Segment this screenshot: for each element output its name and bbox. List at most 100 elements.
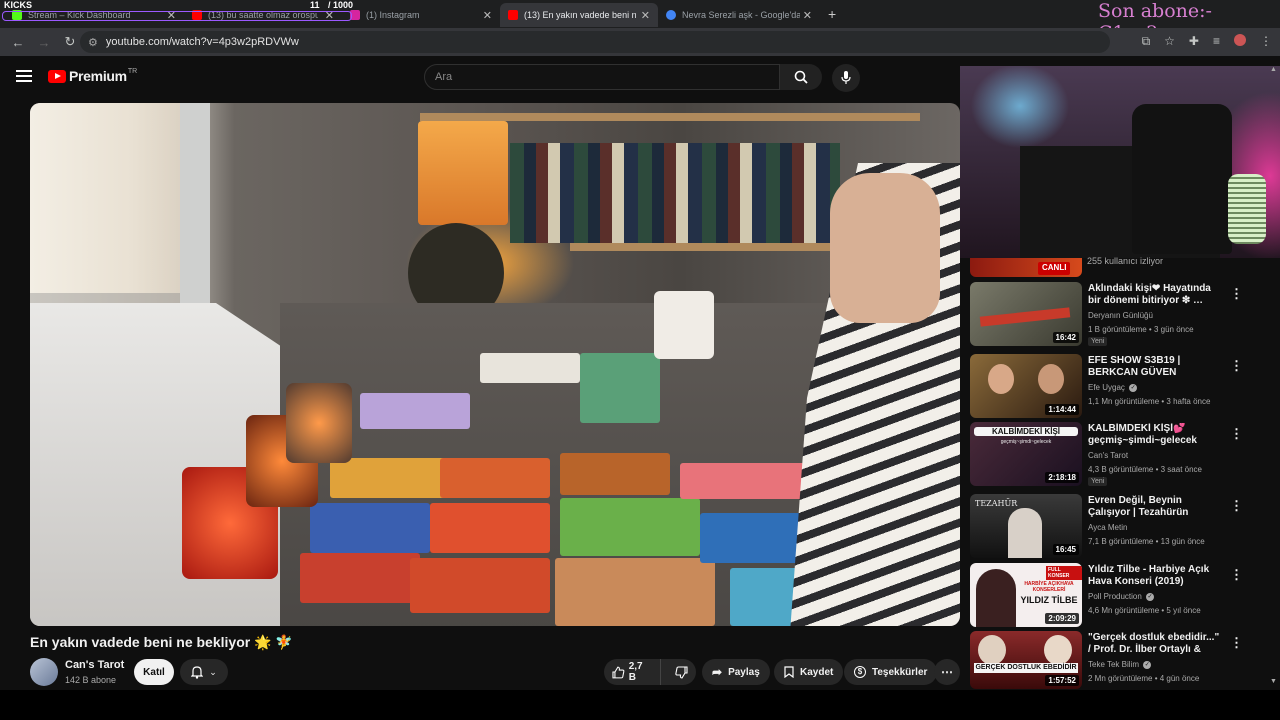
kicks-progress-bar [2, 11, 352, 21]
more-actions-button[interactable]: ⋯ [934, 659, 960, 685]
close-tab-icon[interactable]: ✕ [641, 9, 650, 22]
search-button[interactable] [780, 64, 822, 90]
kicks-label: KICKS [4, 0, 33, 10]
recommendation-channel[interactable]: Teke Tek Bilim [1088, 660, 1139, 669]
recommendation-meta: 7,1 B görüntüleme • 13 gün önce [1088, 537, 1205, 546]
menu-hamburger-icon[interactable] [16, 70, 32, 85]
recommendation-title[interactable]: Yıldız Tilbe - Harbiye Açık Hava Konseri… [1088, 564, 1224, 588]
extensions-icon[interactable]: ✚ [1189, 34, 1199, 49]
webcam-gaming-chair [1132, 104, 1232, 254]
recommendation-meta: 1 B görüntüleme • 3 gün önce [1088, 325, 1194, 334]
more-options-icon[interactable]: ⋮ [1230, 498, 1243, 514]
back-arrow-icon[interactable]: ← [6, 35, 30, 50]
video-thumbnail[interactable]: KALBİMDEKİ KİŞİ geçmiş~şimdi~gelecek 2:1… [970, 422, 1082, 486]
recommendation-item[interactable]: TEZAHÜR 16:45 Evren Değil, Beynin Çalışı… [970, 494, 1270, 558]
logo-word: Premium [69, 68, 127, 84]
more-options-icon[interactable]: ⋮ [1230, 567, 1243, 583]
thumbnail-subtitle-text: HARBİYE AÇIKHAVA KONSERLERİ [1024, 581, 1074, 593]
more-options-icon[interactable]: ⋮ [1230, 286, 1243, 302]
close-tab-icon[interactable]: ✕ [483, 9, 492, 22]
like-button[interactable]: 2,7 B [604, 659, 661, 685]
recommendation-channel[interactable]: Poll Production [1088, 592, 1142, 601]
address-bar[interactable]: ⚙ youtube.com/watch?v=4p3w2pRDVWw [80, 31, 1110, 53]
cast-icon[interactable]: ⧉ [1142, 34, 1151, 49]
notification-bell-button[interactable]: ⌄ [180, 659, 228, 685]
tarot-card [555, 558, 715, 626]
more-options-icon[interactable]: ⋮ [1230, 635, 1243, 651]
more-options-icon[interactable]: ⋮ [1230, 358, 1243, 374]
forward-arrow-icon[interactable]: → [32, 35, 56, 50]
browser-toolbar: ← → ↻ ⚙ youtube.com/watch?v=4p3w2pRDVWw … [0, 28, 1280, 56]
streamer-webcam [960, 66, 1280, 258]
thumbnail-title-text: YILDIZ TİLBE [1020, 595, 1078, 605]
site-info-icon[interactable]: ⚙ [88, 36, 98, 49]
tab-label: (13) En yakın vadede beni ne b [524, 10, 636, 20]
reading-list-icon[interactable]: ≡ [1213, 34, 1220, 49]
microphone-icon [841, 71, 851, 84]
voice-search-button[interactable] [832, 64, 860, 92]
thanks-button[interactable]: $ Teşekkürler [844, 659, 938, 685]
tarot-card [580, 353, 660, 423]
profile-icon[interactable] [1234, 34, 1246, 46]
close-tab-icon[interactable]: ✕ [803, 9, 812, 22]
kicks-count: 11 [310, 0, 320, 10]
channel-avatar[interactable] [30, 658, 58, 686]
youtube-premium-logo[interactable]: Premium TR [48, 68, 137, 84]
verified-check-icon: ✓ [1143, 660, 1152, 669]
save-button[interactable]: Kaydet [774, 659, 844, 685]
thumbs-down-icon [675, 665, 688, 679]
bookmark-star-icon[interactable]: ☆ [1164, 34, 1175, 49]
recommendation-item[interactable]: KALBİMDEKİ KİŞİ geçmiş~şimdi~gelecek 2:1… [970, 422, 1270, 486]
tarot-card [410, 558, 550, 613]
join-button[interactable]: Katıl [134, 659, 174, 685]
browser-tab-instagram[interactable]: (1) Instagram ✕ [342, 3, 500, 27]
screen-bottom-border [0, 690, 1280, 720]
browser-tab-google[interactable]: Nevra Serezli aşk - Google'da A ✕ [658, 3, 820, 27]
recommendation-channel[interactable]: Deryanın Günlüğü [1088, 311, 1153, 320]
video-thumbnail[interactable]: 1:14:44 [970, 354, 1082, 418]
recommendation-title[interactable]: Evren Değil, Beynin Çalışıyor | Tezahürü… [1088, 495, 1224, 519]
video-scene-shelf-lower [570, 243, 870, 251]
new-badge: Yeni [1088, 477, 1108, 486]
video-scene-hand [830, 173, 940, 323]
recommendation-item[interactable]: GERÇEK DOSTLUK EBEDİDİR 1:57:52 "Gerçek … [970, 631, 1270, 695]
video-player[interactable] [30, 103, 960, 626]
reload-icon[interactable]: ↻ [58, 34, 82, 50]
browser-tab-youtube-active[interactable]: (13) En yakın vadede beni ne b ✕ [500, 3, 658, 27]
browser-menu-icon[interactable]: ⋮ [1260, 34, 1272, 49]
video-scene-window-frame [180, 103, 210, 303]
video-scene-candle [286, 383, 352, 463]
more-options-icon[interactable]: ⋮ [1230, 426, 1243, 442]
video-duration: 2:18:18 [1045, 472, 1079, 483]
recommendation-channel[interactable]: Efe Uygaç [1088, 383, 1125, 392]
video-thumbnail[interactable]: FULL KONSER HARBİYE AÇIKHAVA KONSERLERİ … [970, 563, 1082, 627]
tarot-card [360, 393, 470, 429]
url-text: youtube.com/watch?v=4p3w2pRDVWw [105, 36, 299, 48]
search-input[interactable]: Ara [424, 64, 780, 90]
video-thumbnail[interactable]: TEZAHÜR 16:45 [970, 494, 1082, 558]
recommendation-title[interactable]: KALBİMDEKİ KİŞİ💕 geçmiş~şimdi~gelecek [1088, 423, 1224, 447]
tarot-card [310, 503, 430, 553]
share-button[interactable]: ➦ Paylaş [702, 659, 770, 685]
recommendation-title[interactable]: Aklındaki kişi❤ Hayatında bir dönemi bit… [1088, 283, 1224, 307]
recommendation-item[interactable]: 16:42 Aklındaki kişi❤ Hayatında bir döne… [970, 282, 1270, 346]
dislike-button[interactable] [667, 659, 696, 685]
recommendation-channel[interactable]: Ayca Metin [1088, 523, 1127, 532]
share-label: Paylaş [728, 666, 760, 678]
recommendation-title[interactable]: "Gerçek dostluk ebedidir..." / Prof. Dr.… [1088, 632, 1224, 656]
recommendation-item[interactable]: FULL KONSER HARBİYE AÇIKHAVA KONSERLERİ … [970, 563, 1270, 627]
tarot-card [560, 498, 700, 556]
recommendation-title[interactable]: EFE SHOW S3B19 | BERKCAN GÜVEN [1088, 355, 1224, 379]
scroll-up-icon[interactable]: ▲ [1270, 66, 1277, 73]
recommendation-channel[interactable]: Can's Tarot [1088, 451, 1128, 460]
tarot-card [330, 458, 450, 498]
video-duration: 16:42 [1052, 332, 1079, 343]
new-tab-icon[interactable]: + [828, 6, 836, 22]
live-badge: CANLI [1038, 262, 1071, 275]
video-thumbnail[interactable]: GERÇEK DOSTLUK EBEDİDİR 1:57:52 [970, 631, 1082, 689]
scroll-down-icon[interactable]: ▼ [1270, 678, 1277, 685]
channel-name[interactable]: Can's Tarot [65, 659, 124, 671]
video-thumbnail[interactable]: 16:42 [970, 282, 1082, 346]
recommendation-item[interactable]: 1:14:44 EFE SHOW S3B19 | BERKCAN GÜVEN E… [970, 354, 1270, 418]
webcam-lamp [1228, 174, 1266, 244]
